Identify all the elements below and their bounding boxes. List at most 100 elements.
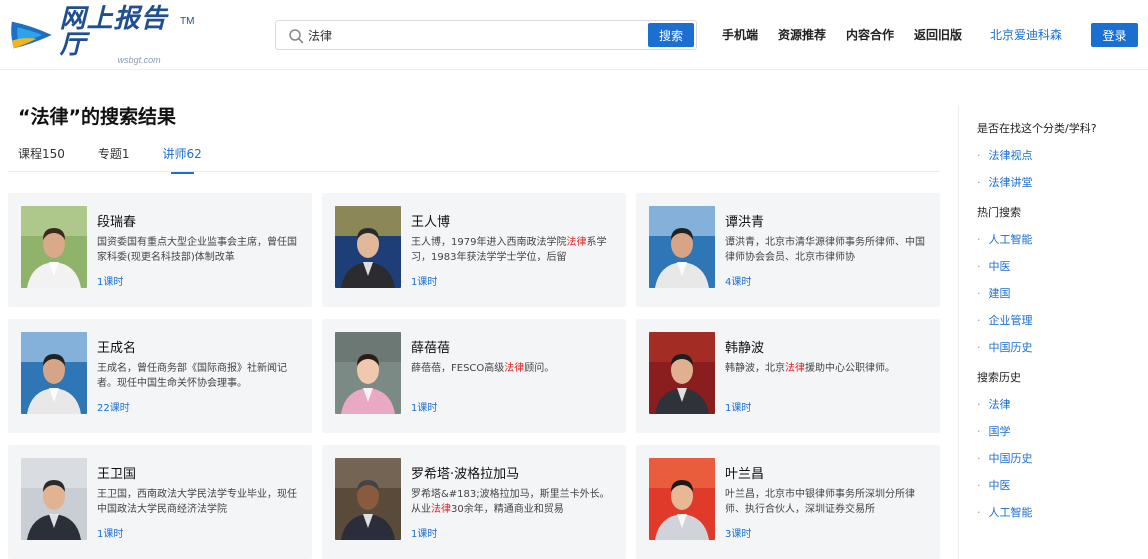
nav-old-version[interactable]: 返回旧版 (914, 26, 962, 43)
sidebar-link-label: 法律视点 (988, 149, 1033, 162)
lecturer-card[interactable]: 王人博 王人博，1979年进入西南政法学院法律系学习，1983年获法学学士学位，后… (322, 193, 626, 307)
search-input[interactable] (308, 21, 638, 49)
lecturer-description: 王卫国，西南政法大学民法学专业毕业，现任中国政法大学民商经济法学院 (97, 489, 297, 515)
nav-mobile[interactable]: 手机端 (722, 26, 758, 43)
lecturer-card[interactable]: 韩静波韩静波，北京法律援助中心公职律师。 1课时 (636, 319, 940, 433)
lecturer-photo[interactable] (335, 458, 401, 540)
lecturer-name[interactable]: 谭洪青 (725, 211, 764, 230)
lecturer-description: 韩静波，北京法律援助中心公职律师。 (725, 363, 895, 374)
sidebar-section-title: 是否在找这个分类/学科? (977, 122, 1097, 135)
lecturer-grid: 段瑞春国资委国有重点大型企业监事会主席，曾任国家科委(现更名科技部)体制改革 1课… (8, 193, 940, 559)
sidebar-link[interactable]: · 中国历史 (977, 450, 1142, 466)
lecturer-hours[interactable]: 1课时 (411, 525, 437, 540)
lecturer-photo[interactable] (649, 332, 715, 414)
sidebar-link[interactable]: · 企业管理 (977, 312, 1142, 328)
sidebar-link[interactable]: · 中国历史 (977, 339, 1142, 355)
lecturer-name[interactable]: 王成名 (97, 337, 136, 356)
sidebar-link-label: 中国历史 (988, 341, 1033, 354)
login-button[interactable]: 登录 (1091, 23, 1138, 47)
sidebar-link[interactable]: · 建国 (977, 285, 1142, 301)
lecturer-hours[interactable]: 1课时 (97, 525, 123, 540)
bullet-icon: · (977, 259, 981, 273)
sidebar-section-title: 搜索历史 (977, 371, 1021, 384)
tab-courses[interactable]: 课程150 (18, 145, 65, 172)
search-button[interactable]: 搜索 (648, 23, 694, 47)
sidebar-link-label: 中医 (988, 479, 1011, 492)
lecturer-description: 薛蓓蓓，FESCO高级法律顾问。 (411, 363, 555, 374)
lecturer-photo[interactable] (21, 458, 87, 540)
lecturer-card[interactable]: 王卫国王卫国，西南政法大学民法学专业毕业，现任中国政法大学民商经济法学院 1课时 (8, 445, 312, 559)
lecturer-hours[interactable]: 1课时 (97, 273, 123, 288)
lecturer-card[interactable]: 王成名王成名，曾任商务部《国际商报》社新闻记者。现任中国生命关怀协会理事。 22课… (8, 319, 312, 433)
lecturer-photo[interactable] (335, 332, 401, 414)
lecturer-card[interactable]: 薛蓓蓓薛蓓蓓，FESCO高级法律顾问。 1课时 (322, 319, 626, 433)
lecturer-hours[interactable]: 1课时 (411, 399, 437, 414)
keyword-highlight: 法律 (504, 363, 525, 374)
sidebar-link[interactable]: · 人工智能 (977, 231, 1142, 247)
sidebar-link[interactable]: · 法律 (977, 396, 1142, 412)
lecturer-name[interactable]: 薛蓓蓓 (411, 337, 450, 356)
lecturer-name[interactable]: 王卫国 (97, 463, 136, 482)
nav-resources[interactable]: 资源推荐 (778, 26, 826, 43)
lecturer-photo[interactable] (21, 332, 87, 414)
lecturer-card[interactable]: 叶兰昌叶兰昌，北京市中银律师事务所深圳分所律师、执行合伙人，深圳证券交易所 3课时 (636, 445, 940, 559)
sidebar-divider (958, 105, 959, 559)
sidebar-link-label: 国学 (988, 425, 1011, 438)
lecturer-name[interactable]: 韩静波 (725, 337, 764, 356)
lecturer-name[interactable]: 叶兰昌 (725, 463, 764, 482)
bullet-icon: · (977, 175, 981, 189)
lecturer-hours[interactable]: 4课时 (725, 273, 751, 288)
keyword-highlight: 法律 (785, 363, 805, 374)
sidebar-link[interactable]: · 国学 (977, 423, 1142, 439)
lecturer-name[interactable]: 王人博 (411, 211, 450, 230)
header: 网上报告厅 wsbgt.com TM 搜索 手机端 资源推荐 内容合作 返回旧版… (0, 0, 1148, 70)
keyword-highlight: 法律 (431, 504, 451, 515)
tab-lecturers[interactable]: 讲师62 (163, 145, 202, 174)
sidebar-link-label: 中国历史 (988, 452, 1033, 465)
lecturer-description: 王成名，曾任商务部《国际商报》社新闻记者。现任中国生命关怀协会理事。 (97, 363, 287, 389)
sidebar-link[interactable]: · 法律视点 (977, 147, 1142, 163)
lecturer-card[interactable]: 段瑞春国资委国有重点大型企业监事会主席，曾任国家科委(现更名科技部)体制改革 1课… (8, 193, 312, 307)
tab-topics[interactable]: 专题1 (98, 145, 130, 172)
logo-sub-text: wsbgt.com (117, 54, 161, 65)
lecturer-card[interactable]: 罗希塔·波格拉加马 罗希塔&#183;波格拉加马，斯里兰卡外长。从业法律30余年，… (322, 445, 626, 559)
lecturer-description: 国资委国有重点大型企业监事会主席，曾任国家科委(现更名科技部)体制改革 (97, 237, 297, 263)
bullet-icon: · (977, 148, 981, 162)
sidebar-link-label: 企业管理 (988, 314, 1033, 327)
lecturer-hours[interactable]: 3课时 (725, 525, 751, 540)
sidebar-link[interactable]: · 人工智能 (977, 504, 1142, 520)
search-box: 搜索 (275, 20, 697, 50)
top-nav: 手机端 资源推荐 内容合作 返回旧版 (722, 26, 962, 43)
bullet-icon: · (977, 286, 981, 300)
lecturer-photo[interactable] (21, 206, 87, 288)
lecturer-photo[interactable] (649, 458, 715, 540)
lecturer-photo[interactable] (335, 206, 401, 288)
bullet-icon: · (977, 505, 981, 519)
sidebar-link[interactable]: · 中医 (977, 258, 1142, 274)
lecturer-hours[interactable]: 1课时 (725, 399, 751, 414)
lecturer-photo[interactable] (649, 206, 715, 288)
bullet-icon: · (977, 313, 981, 327)
bullet-icon: · (977, 397, 981, 411)
org-link[interactable]: 北京爱迪科森 (990, 26, 1062, 43)
lecturer-name[interactable]: 段瑞春 (97, 211, 136, 230)
sidebar-link-label: 中医 (988, 260, 1011, 273)
sidebar-link[interactable]: · 法律讲堂 (977, 174, 1142, 190)
nav-cooperation[interactable]: 内容合作 (846, 26, 894, 43)
page-title: “法律”的搜索结果 (18, 106, 176, 128)
sidebar-section-title: 热门搜索 (977, 206, 1021, 219)
lecturer-description: 谭洪青，北京市清华源律师事务所律师、中国律师协会会员、北京市律师协 (725, 237, 925, 263)
bullet-icon: · (977, 424, 981, 438)
lecturer-name[interactable]: 罗希塔·波格拉加马 (411, 463, 519, 482)
result-tabs: 课程150 专题1 讲师62 (18, 145, 235, 174)
bullet-icon: · (977, 478, 981, 492)
sidebar-section: 搜索历史 · 法律 · 国学 · 中国历史 · 中医 · 人工智能 (977, 369, 1142, 520)
bullet-icon: · (977, 232, 981, 246)
lecturer-description: 叶兰昌，北京市中银律师事务所深圳分所律师、执行合伙人，深圳证券交易所 (725, 489, 915, 515)
lecturer-hours[interactable]: 1课时 (411, 273, 437, 288)
lecturer-hours[interactable]: 22课时 (97, 399, 130, 414)
sidebar-link-label: 建国 (988, 287, 1011, 300)
site-logo[interactable]: 网上报告厅 wsbgt.com TM (8, 6, 194, 64)
lecturer-card[interactable]: 谭洪青谭洪青，北京市清华源律师事务所律师、中国律师协会会员、北京市律师协 4课时 (636, 193, 940, 307)
sidebar-link[interactable]: · 中医 (977, 477, 1142, 493)
